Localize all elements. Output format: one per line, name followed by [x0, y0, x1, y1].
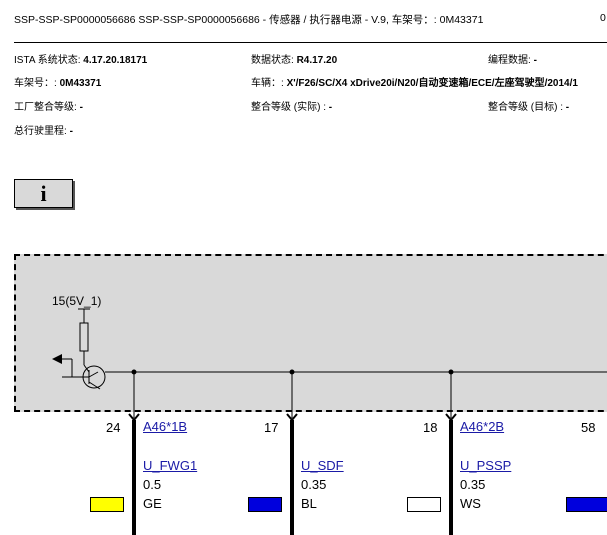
- wire-color-code: WS: [460, 496, 481, 511]
- connector-link-a46-2b[interactable]: A46*2B: [460, 419, 504, 434]
- wire-color-swatch-blue: [248, 497, 282, 512]
- wire-color-swatch-white: [407, 497, 441, 512]
- pin-number-17: 17: [264, 420, 279, 435]
- signal-link-u-fwg1[interactable]: U_FWG1: [143, 458, 197, 473]
- arrow-left-icon: [52, 354, 62, 364]
- wire-color-swatch-blue: [566, 497, 607, 512]
- pin-number-24: 24: [106, 420, 121, 435]
- transistor-icon: [62, 364, 106, 390]
- signal-link-u-sdf[interactable]: U_SDF: [301, 458, 344, 473]
- wire-cross-section: 0.5: [143, 477, 162, 492]
- bus-junctions: [131, 369, 454, 418]
- pin-number-58: 58: [581, 420, 596, 435]
- supply-symbol: [78, 308, 90, 365]
- wire-color-code: BL: [301, 496, 317, 511]
- signal-link-u-pssp[interactable]: U_PSSP: [460, 458, 511, 473]
- wire-cross-section: 0.35: [301, 477, 327, 492]
- connector-link-a46-1b[interactable]: A46*1B: [143, 419, 187, 434]
- pin-number-18: 18: [423, 420, 438, 435]
- wiring-diagram: [52, 308, 607, 535]
- wire-color-code: GE: [143, 496, 162, 511]
- wire-cross-section: 0.35: [460, 477, 486, 492]
- wire-color-swatch-yellow: [90, 497, 124, 512]
